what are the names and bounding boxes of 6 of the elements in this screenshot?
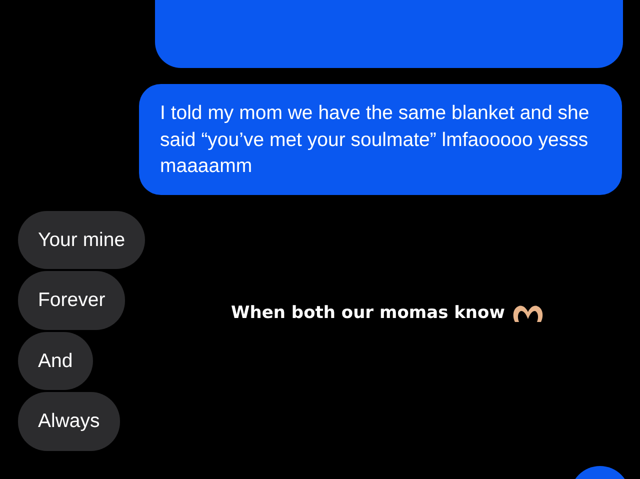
message-bubble: And	[18, 332, 93, 390]
message-bubble: Forever	[18, 271, 126, 330]
message-bubble: Your mine	[18, 210, 146, 269]
caption-text: When both our momas know	[231, 303, 505, 323]
message-bubble: Always	[18, 392, 120, 450]
message-bubble: I told my mom we have the same blanket and she said “you’ve met your soulmate” lmfaooooo yesss maaaamm	[139, 84, 622, 194]
